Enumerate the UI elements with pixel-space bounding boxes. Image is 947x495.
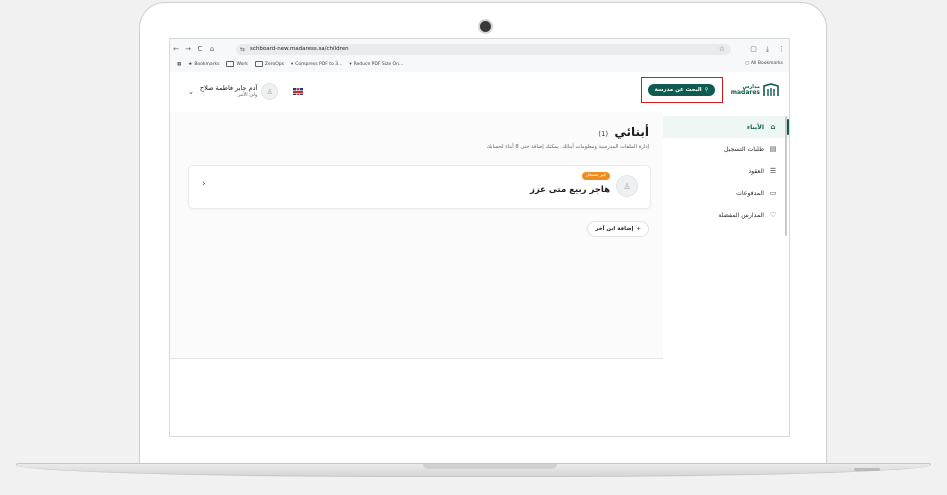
logo-icon: [763, 83, 779, 96]
avatar[interactable]: ♙: [261, 83, 279, 100]
user-role: ولي الأمر: [237, 92, 258, 98]
logo[interactable]: مدارس madares: [731, 83, 779, 97]
sidebar-item-label: المدارس المفضلة: [718, 211, 764, 219]
home-icon[interactable]: ⌂: [206, 42, 218, 56]
sidebar-item-label: المدفوعات: [736, 189, 764, 197]
sidebar-item-label: العقود: [748, 167, 764, 175]
bookmark-label: Work: [236, 61, 248, 67]
folder-icon: [254, 61, 263, 67]
logo-en: madares: [730, 89, 760, 96]
tab-icon[interactable]: ▢: [750, 44, 757, 55]
sidebar-item-contracts[interactable]: ☰ العقود: [661, 160, 789, 182]
all-bookmarks-label: All Bookmarks: [750, 61, 783, 66]
laptop-base: [16, 463, 931, 477]
main-content: أبنائي (1) إدارة الملفات المدرسية ومعلوم…: [170, 112, 663, 358]
address-bar[interactable]: ⇆ schboard-new.madaress.sa/children ☆: [236, 44, 731, 55]
sidebar-item-favorites[interactable]: ♡ المدارس المفضلة: [661, 204, 789, 226]
apps-icon[interactable]: ▦: [177, 62, 181, 67]
folder-icon: [226, 61, 235, 67]
bookmark-item[interactable]: Work: [226, 61, 248, 67]
bookmarks-bar: ▦ ★ Bookmarks Work ZeroOps ▾ Compress PD…: [170, 58, 789, 70]
camera: [478, 19, 493, 34]
page-title-text: أبنائي: [614, 125, 649, 139]
bookmark-label: ZeroOps: [264, 61, 284, 67]
reload-icon[interactable]: C: [194, 42, 206, 56]
site-info-icon[interactable]: ⇆: [240, 44, 245, 55]
bookmark-label: Reduce PDF Size On...: [353, 61, 404, 67]
user-icon: ♙: [266, 87, 273, 96]
laptop-notch: [423, 464, 557, 469]
child-avatar: ♙: [616, 175, 638, 197]
sidebar-item-label: الأبناء: [746, 123, 764, 131]
search-highlight-box: ⚲البحث عن مدرسة: [641, 77, 723, 103]
wallet-icon: ▭: [769, 189, 777, 197]
add-child-label: إضافة ابن آخر: [595, 226, 634, 232]
user-menu[interactable]: ⌄ آدم جابر فاطمة صلاح ولي الأمر ♙: [188, 83, 279, 100]
forward-icon[interactable]: →: [182, 42, 194, 56]
user-info: آدم جابر فاطمة صلاح ولي الأمر: [200, 84, 257, 99]
chevron-down-icon[interactable]: ⌄: [188, 88, 194, 96]
page-title: أبنائي (1): [598, 125, 649, 139]
child-name: هاجر ربيع متى عزز: [529, 185, 610, 195]
graduation-cap-icon: ⌂: [770, 123, 776, 131]
child-card[interactable]: ♙ غير مسجل هاجر ربيع متى عزز ‹: [188, 165, 651, 209]
user-name: آدم جابر فاطمة صلاح: [199, 84, 258, 92]
laptop-slot: [854, 468, 880, 471]
sidebar-item-children[interactable]: ⌂ الأبناء: [661, 116, 789, 138]
star-icon[interactable]: ☆: [719, 44, 725, 55]
sidebar-item-label: طلبات التسجيل: [723, 145, 764, 153]
browser-window: ← → C ⌂ ⇆ schboard-new.madaress.sa/child…: [169, 38, 790, 437]
sidebar-item-payments[interactable]: ▭ المدفوعات: [661, 182, 789, 204]
search-school-button[interactable]: ⚲البحث عن مدرسة: [648, 84, 715, 96]
plus-icon: +: [636, 226, 641, 232]
page: مدارس madares ⚲البحث عن مدرسة ⌄ آدم جابر…: [170, 72, 789, 436]
browser-tools: ▢ ⤓ ⋮: [750, 44, 785, 55]
chevron-left-icon[interactable]: ‹: [202, 179, 206, 189]
nav-row: ← → C ⌂ ⇆ schboard-new.madaress.sa/child…: [170, 42, 789, 56]
status-badge: غير مسجل: [581, 172, 610, 180]
list-icon: ☰: [769, 167, 777, 175]
app-header: مدارس madares ⚲البحث عن مدرسة ⌄ آدم جابر…: [170, 72, 789, 113]
bookmark-label: Compress PDF to 3...: [295, 61, 343, 67]
back-icon[interactable]: ←: [170, 42, 182, 56]
document-icon: ▤: [769, 145, 777, 153]
all-bookmarks[interactable]: ▢ All Bookmarks: [745, 58, 783, 70]
menu-icon[interactable]: ⋮: [778, 44, 785, 55]
bookmark-item[interactable]: ▾ Reduce PDF Size On...: [349, 62, 403, 67]
sidebar-item-registration[interactable]: ▤ طلبات التسجيل: [661, 138, 789, 160]
children-count: (1): [598, 130, 609, 138]
search-button-label: البحث عن مدرسة: [654, 87, 702, 93]
scrollbar[interactable]: [785, 116, 787, 236]
user-icon: ♙: [623, 181, 631, 191]
sidebar: ⌂ الأبناء ▤ طلبات التسجيل ☰ العقود ▭ الم…: [660, 112, 789, 436]
uk-flag-icon[interactable]: [293, 88, 303, 95]
bookmark-label: Bookmarks: [194, 61, 220, 67]
logo-text: مدارس madares: [731, 84, 760, 96]
download-icon[interactable]: ⤓: [766, 44, 769, 55]
bookmark-item[interactable]: ★ Bookmarks: [188, 62, 219, 67]
url-text: schboard-new.madaress.sa/children: [250, 46, 349, 52]
search-icon: ⚲: [704, 87, 709, 93]
bookmark-item[interactable]: ZeroOps: [254, 61, 284, 67]
heart-icon: ♡: [769, 211, 777, 219]
bookmark-item[interactable]: ▾ Compress PDF to 3...: [291, 62, 342, 67]
browser-chrome: ← → C ⌂ ⇆ schboard-new.madaress.sa/child…: [170, 39, 789, 73]
blank-area: [170, 358, 663, 436]
add-child-button[interactable]: +إضافة ابن آخر: [587, 221, 649, 237]
page-subtitle: إدارة الملفات المدرسية ومعلومات أبنائك. …: [486, 144, 649, 150]
